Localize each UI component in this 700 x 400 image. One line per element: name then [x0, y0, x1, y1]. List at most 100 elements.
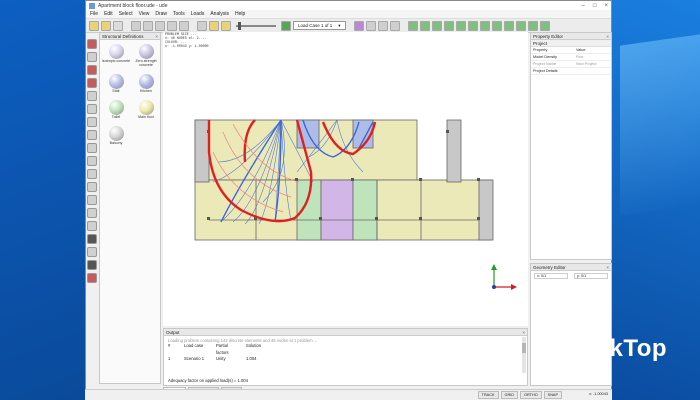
menu-analysis[interactable]: Analysis	[210, 11, 229, 17]
menu-draw[interactable]: Draw	[155, 11, 167, 17]
open-file-icon[interactable]	[101, 20, 111, 31]
output-scrollbar[interactable]	[522, 337, 526, 373]
material-sphere-icon	[108, 44, 124, 59]
close-icon[interactable]: ×	[522, 330, 525, 335]
menu-edit[interactable]: Edit	[104, 11, 113, 17]
play-icon[interactable]	[197, 20, 207, 31]
settings-icon[interactable]	[539, 20, 550, 31]
pan-icon[interactable]	[377, 20, 388, 31]
load-case-selector[interactable]: Load Case 1 of 1 ▾	[293, 21, 346, 30]
area-load-icon[interactable]	[479, 20, 490, 31]
animate-icon[interactable]	[221, 20, 231, 31]
yield-line-icon[interactable]	[87, 39, 97, 49]
fixed-edge-icon[interactable]	[87, 78, 97, 88]
delete-icon[interactable]	[87, 273, 97, 283]
free-edge-icon[interactable]	[87, 91, 97, 101]
material-item[interactable]: Isotropic concrete	[101, 44, 131, 68]
menu-select[interactable]: Select	[119, 11, 133, 17]
paste-icon[interactable]	[155, 20, 165, 31]
minimize-button[interactable]: –	[582, 3, 585, 9]
cut-icon[interactable]	[131, 20, 141, 31]
support-icon[interactable]	[443, 20, 454, 31]
new-file-icon[interactable]	[89, 20, 99, 31]
column-icon[interactable]	[87, 143, 97, 153]
boundary-icon[interactable]	[87, 65, 97, 75]
grid-icon[interactable]	[87, 182, 97, 192]
menu-file[interactable]: File	[90, 11, 98, 17]
property-editor-title: Property Editor	[533, 34, 564, 39]
material-sphere-icon	[108, 73, 124, 89]
panel-header: Structural Definitions ×	[100, 33, 160, 40]
geometry-x-field[interactable]: x: 0/1	[534, 273, 568, 279]
close-icon[interactable]: ×	[606, 34, 609, 39]
window-controls: – □ ×	[582, 3, 608, 9]
material-item[interactable]: Main floor	[131, 99, 161, 120]
solve-icon[interactable]	[209, 20, 219, 31]
menu-view[interactable]: View	[139, 11, 150, 17]
view-3d-icon[interactable]	[353, 20, 364, 31]
animation-slider[interactable]	[236, 21, 276, 30]
header-cell: #	[168, 343, 171, 348]
zoom-extents-icon[interactable]	[389, 20, 400, 31]
ortho-toggle[interactable]: ORTHO	[520, 391, 542, 399]
measure-icon[interactable]	[87, 195, 97, 205]
desktop-light-beam	[620, 34, 700, 216]
point-load-icon[interactable]	[455, 20, 466, 31]
save-icon[interactable]	[113, 20, 123, 31]
geometry-y-field[interactable]: y: 0/1	[574, 273, 608, 279]
load-case-label: Load Case 1 of 1	[298, 23, 333, 28]
report-icon[interactable]	[527, 20, 538, 31]
mesh-icon[interactable]	[491, 20, 502, 31]
property-editor-panel: Property Editor × Project Property Value…	[530, 32, 612, 260]
property-row[interactable]: Project Details	[531, 67, 611, 75]
element-icon[interactable]	[87, 117, 97, 127]
select-icon[interactable]	[87, 52, 97, 62]
wall-icon[interactable]	[87, 156, 97, 166]
redo-icon[interactable]	[179, 20, 189, 31]
view-icon[interactable]	[87, 247, 97, 257]
property-value[interactable]: Fine	[574, 53, 611, 61]
material-item[interactable]: Kitchen	[131, 73, 161, 94]
hole-icon[interactable]	[87, 130, 97, 140]
close-icon[interactable]: ×	[155, 34, 158, 39]
toilet-left	[296, 179, 322, 241]
dimension-icon[interactable]	[87, 208, 97, 218]
menu-tools[interactable]: Tools	[173, 11, 185, 17]
property-value[interactable]	[574, 67, 611, 75]
material-item[interactable]: Stair	[101, 73, 131, 94]
draw-rect-icon[interactable]	[431, 20, 442, 31]
load-icon[interactable]	[281, 20, 291, 31]
close-button[interactable]: ×	[604, 3, 608, 9]
zoom-icon[interactable]	[365, 20, 376, 31]
track-toggle[interactable]: TRACK	[477, 391, 499, 399]
undo-icon[interactable]	[167, 20, 177, 31]
material-sphere-icon	[108, 125, 124, 141]
analyse-icon[interactable]	[503, 20, 514, 31]
menu-help[interactable]: Help	[235, 11, 245, 17]
property-row[interactable]: Model Density Fine	[531, 53, 611, 61]
model-canvas[interactable]: PROBLEM SIZE ... n: 40 NODES el: 2.... C…	[163, 32, 528, 326]
watermark: 4eskTop	[540, 335, 667, 363]
render-icon[interactable]	[87, 260, 97, 270]
maximize-button[interactable]: □	[593, 3, 597, 9]
snap-toggle[interactable]: SNAP	[543, 391, 562, 399]
copy-icon[interactable]	[143, 20, 153, 31]
property-row[interactable]: Project Name New Project	[531, 60, 611, 68]
property-value[interactable]: New Project	[574, 60, 611, 68]
beam-icon[interactable]	[87, 169, 97, 179]
material-item[interactable]: Balcony	[101, 125, 131, 146]
material-item[interactable]: Toilet	[101, 99, 131, 120]
text-icon[interactable]	[87, 221, 97, 231]
line-load-icon[interactable]	[467, 20, 478, 31]
layer-icon[interactable]	[87, 234, 97, 244]
results-icon[interactable]	[515, 20, 526, 31]
material-item[interactable]: Zero strength concrete	[131, 44, 161, 68]
draw-line-icon[interactable]	[407, 20, 418, 31]
grid-toggle[interactable]: GRID	[500, 391, 518, 399]
close-icon[interactable]: ×	[606, 265, 609, 270]
node-icon[interactable]	[87, 104, 97, 114]
output-table-header: # Load case Partial factors Solution	[168, 343, 523, 356]
output-table-row: 1 Scenario 1 Unity 1.004	[168, 356, 523, 363]
draw-polygon-icon[interactable]	[419, 20, 430, 31]
menu-loads[interactable]: Loads	[191, 11, 205, 17]
